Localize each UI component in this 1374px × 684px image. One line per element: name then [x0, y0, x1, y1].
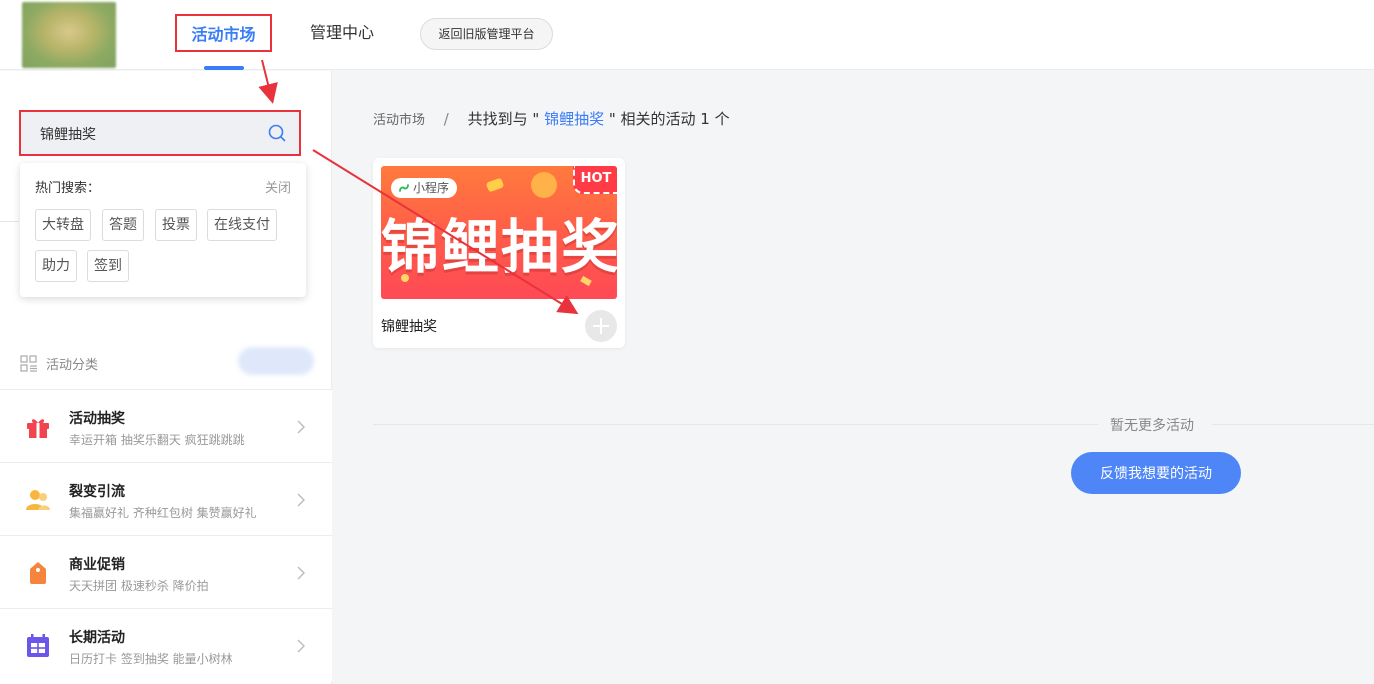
chevron-right-icon	[297, 420, 305, 434]
feedback-button[interactable]: 反馈我想要的活动	[1071, 452, 1241, 494]
category-item-title: 活动抽奖	[69, 411, 125, 427]
hot-search-title: 热门搜索：	[35, 181, 101, 196]
hot-tag[interactable]: 投票	[155, 209, 197, 241]
hot-tag[interactable]: 签到	[87, 250, 129, 282]
users-icon	[26, 490, 50, 510]
category-item-subtitle: 日历打卡 签到抽奖 能量小树林	[69, 652, 233, 666]
confetti-decoration	[485, 177, 505, 193]
activity-banner: 小程序 HOT 锦鲤抽奖	[381, 166, 617, 299]
result-keyword: 锦鲤抽奖	[544, 110, 605, 128]
chevron-right-icon	[297, 639, 305, 653]
category-item-promotion[interactable]: 商业促销 天天拼团 极速秒杀 降价拍	[0, 535, 332, 608]
search-input[interactable]	[40, 124, 260, 144]
hot-badge: HOT	[573, 166, 617, 194]
hot-tag[interactable]: 在线支付	[207, 209, 277, 241]
divider	[0, 221, 19, 222]
activity-card[interactable]: 小程序 HOT 锦鲤抽奖 锦鲤抽奖	[373, 158, 625, 348]
category-item-long-term[interactable]: 长期活动 日历打卡 签到抽奖 能量小树林	[0, 608, 332, 681]
hot-tag[interactable]: 大转盘	[35, 209, 91, 241]
coin-decoration	[531, 172, 557, 198]
activity-card-title: 锦鲤抽奖	[381, 319, 437, 335]
breadcrumb: 活动市场 / 共找到与 " 锦鲤抽奖 " 相关的活动 1 个	[373, 108, 730, 129]
chevron-right-icon	[297, 493, 305, 507]
no-more-activities-text: 暂无更多活动	[1110, 418, 1194, 434]
divider	[1212, 424, 1374, 425]
category-title: 活动分类	[46, 358, 99, 373]
add-activity-button[interactable]	[585, 310, 617, 342]
price-tag-icon	[30, 562, 46, 584]
hot-tag[interactable]: 答题	[102, 209, 144, 241]
category-item-lottery[interactable]: 活动抽奖 幸运开箱 抽奖乐翻天 疯狂跳跳跳	[0, 389, 332, 462]
top-header: 活动市场 管理中心 返回旧版管理平台	[0, 0, 1374, 70]
mini-program-icon	[399, 184, 409, 192]
mini-program-badge: 小程序	[391, 178, 458, 198]
chevron-right-icon	[297, 566, 305, 580]
category-item-title: 长期活动	[69, 630, 125, 646]
category-item-title: 裂变引流	[69, 484, 125, 500]
mini-program-label: 小程序	[413, 181, 450, 195]
logo	[22, 2, 116, 68]
hot-search-close[interactable]: 关闭	[265, 177, 291, 196]
category-item-subtitle: 天天拼团 极速秒杀 降价拍	[69, 579, 209, 593]
divider	[373, 424, 1098, 425]
old-platform-button[interactable]: 返回旧版管理平台	[420, 18, 553, 50]
category-item-subtitle: 集福赢好礼 齐种红包树 集赞赢好礼	[69, 506, 257, 520]
category-item-subtitle: 幸运开箱 抽奖乐翻天 疯狂跳跳跳	[69, 433, 245, 447]
breadcrumb-home[interactable]: 活动市场	[373, 113, 425, 128]
result-suffix: " 相关的活动 1 个	[604, 110, 730, 128]
result-prefix: 共找到与 "	[467, 110, 545, 128]
search-box	[19, 110, 301, 156]
category-item-fission[interactable]: 裂变引流 集福赢好礼 齐种红包树 集赞赢好礼	[0, 462, 332, 535]
category-pill[interactable]	[238, 347, 314, 375]
tab-management-center[interactable]: 管理中心	[310, 14, 374, 52]
calendar-icon	[27, 634, 49, 657]
tab-activity-market[interactable]: 活动市场	[175, 14, 272, 52]
hot-tag[interactable]: 助力	[35, 250, 77, 282]
hot-search-panel: 热门搜索： 关闭 大转盘 答题 投票 在线支付 助力 签到	[20, 163, 306, 297]
banner-title: 锦鲤抽奖	[381, 213, 617, 281]
gift-icon	[27, 419, 49, 438]
grid-icon	[20, 355, 37, 372]
active-tab-indicator	[204, 66, 244, 70]
search-icon[interactable]	[267, 123, 287, 143]
breadcrumb-separator: /	[443, 110, 449, 128]
category-item-title: 商业促销	[69, 557, 125, 573]
